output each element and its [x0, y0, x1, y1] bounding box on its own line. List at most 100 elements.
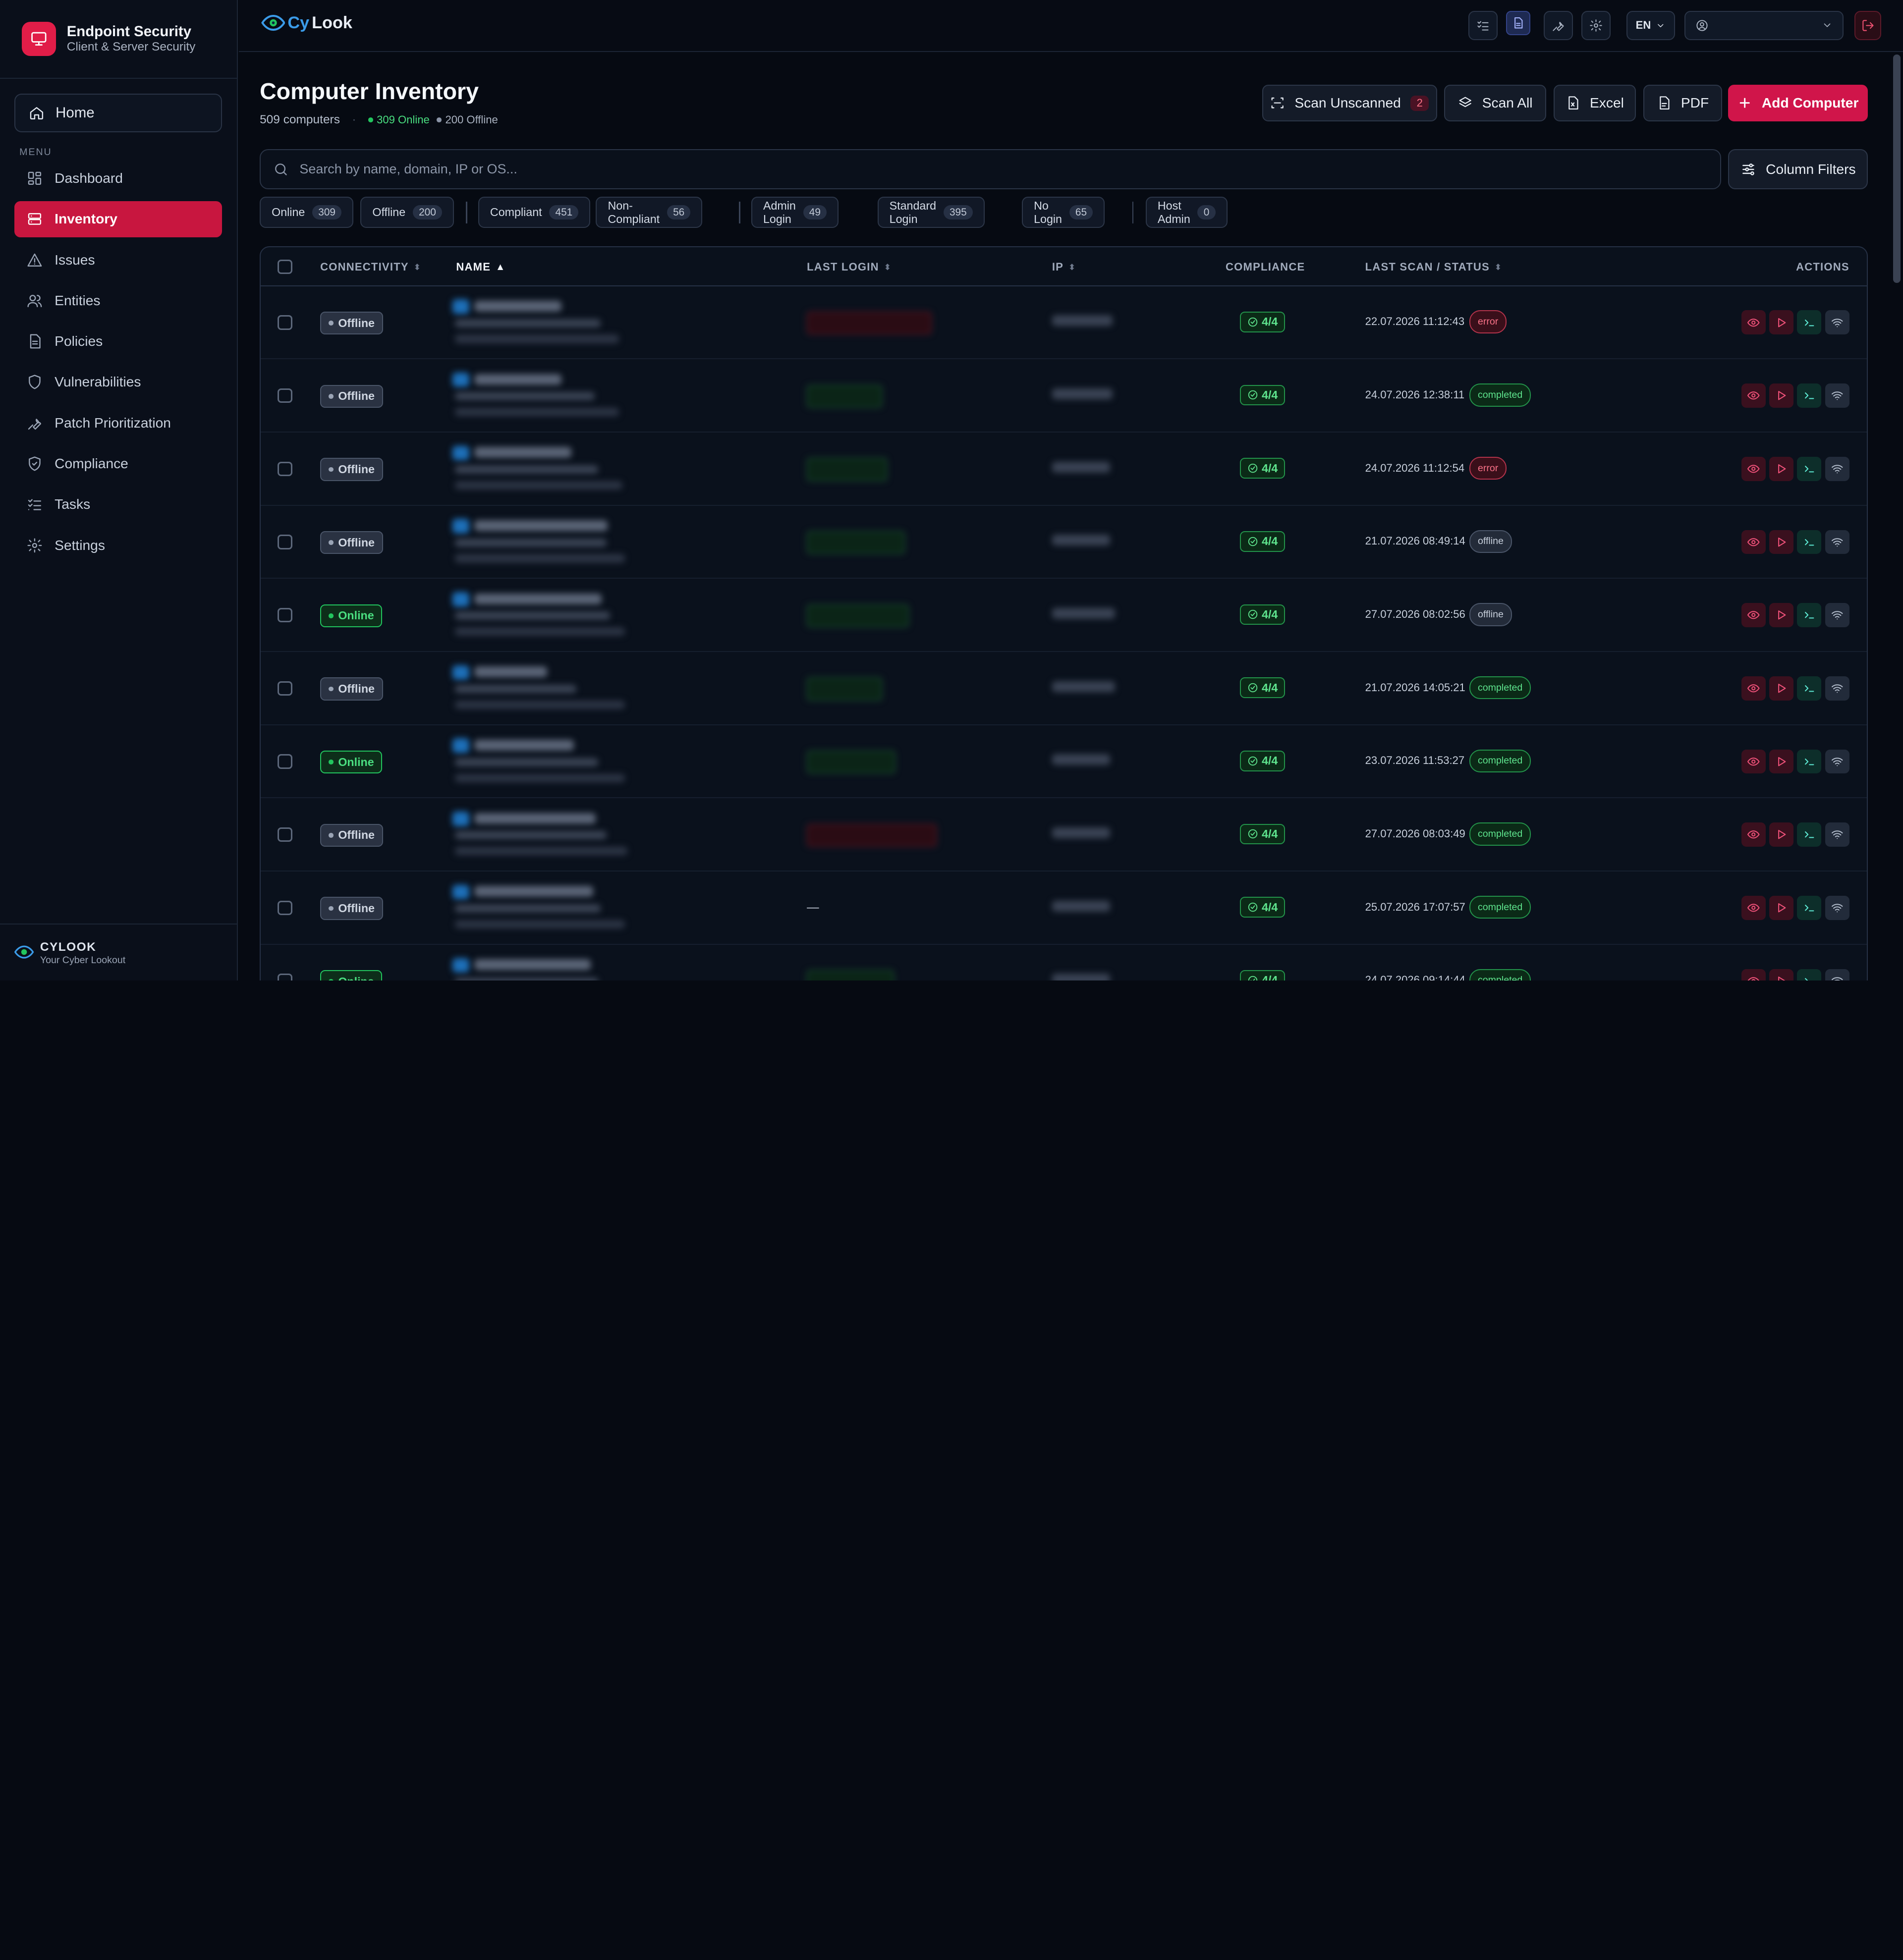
run-scan-button[interactable] — [1769, 749, 1794, 774]
reports-button[interactable] — [1506, 11, 1531, 35]
column-connectivity[interactable]: CONNECTIVITY ⬍ — [320, 261, 421, 273]
row-checkbox[interactable] — [278, 754, 292, 769]
run-scan-button[interactable] — [1769, 895, 1794, 920]
row-checkbox[interactable] — [278, 900, 292, 916]
table-row[interactable]: Online 4/4 24.07.2026 09:14:44 completed — [261, 945, 1867, 980]
terminal-button[interactable] — [1797, 310, 1822, 335]
computer-name[interactable] — [474, 959, 591, 970]
computer-name[interactable] — [474, 739, 574, 751]
terminal-button[interactable] — [1797, 383, 1822, 408]
run-scan-button[interactable] — [1769, 676, 1794, 701]
view-button[interactable] — [1741, 456, 1766, 481]
row-checkbox[interactable] — [278, 388, 292, 403]
computer-name[interactable] — [474, 666, 548, 678]
terminal-button[interactable] — [1797, 895, 1822, 920]
chip-standard-login[interactable]: Standard Login 395 — [877, 196, 985, 228]
cylook-logo[interactable]: Cy Look — [261, 12, 352, 34]
chip-non-compliant[interactable]: Non-Compliant 56 — [596, 196, 703, 228]
table-row[interactable]: Online 4/4 27.07.2026 08:02:56 offline — [261, 579, 1867, 652]
run-scan-button[interactable] — [1769, 603, 1794, 628]
terminal-button[interactable] — [1797, 603, 1822, 628]
sidebar-item-vulnerabilities[interactable]: Vulnerabilities — [14, 364, 222, 400]
row-checkbox[interactable] — [278, 827, 292, 842]
network-button[interactable] — [1825, 676, 1849, 701]
sidebar-item-settings[interactable]: Settings — [14, 527, 222, 563]
chip-offline[interactable]: Offline 200 — [360, 196, 454, 228]
table-row[interactable]: Offline 4/4 24.07.2026 11:12:54 error — [261, 433, 1867, 506]
row-checkbox[interactable] — [278, 461, 292, 476]
network-button[interactable] — [1825, 456, 1849, 481]
table-row[interactable]: Offline 4/4 21.07.2026 08:49:14 offline — [261, 506, 1867, 579]
view-button[interactable] — [1741, 749, 1766, 774]
table-row[interactable]: Offline 4/4 24.07.2026 12:38:11 complete… — [261, 359, 1867, 433]
network-button[interactable] — [1825, 603, 1849, 628]
scrollbar[interactable] — [1893, 54, 1901, 283]
export-excel-button[interactable]: Excel — [1553, 85, 1636, 121]
tasks-list-button[interactable] — [1468, 11, 1498, 40]
settings-button[interactable] — [1581, 11, 1611, 40]
run-scan-button[interactable] — [1769, 383, 1794, 408]
chip-admin-login[interactable]: Admin Login 49 — [751, 196, 839, 228]
table-row[interactable]: Offline 4/4 27.07.2026 08:03:49 complete… — [261, 798, 1867, 871]
network-button[interactable] — [1825, 383, 1849, 408]
sidebar-item-dashboard[interactable]: Dashboard — [14, 160, 222, 196]
column-last-scan[interactable]: LAST SCAN / STATUS ⬍ — [1365, 261, 1503, 273]
view-button[interactable] — [1741, 310, 1766, 335]
run-scan-button[interactable] — [1769, 456, 1794, 481]
language-select[interactable]: EN — [1626, 11, 1675, 40]
scan-unscanned-button[interactable]: Scan Unscanned 2 — [1262, 85, 1437, 121]
computer-name[interactable] — [474, 374, 562, 385]
sidebar-item-patch-prioritization[interactable]: Patch Prioritization — [14, 405, 222, 441]
terminal-button[interactable] — [1797, 530, 1822, 554]
column-last-login[interactable]: LAST LOGIN ⬍ — [807, 261, 892, 273]
add-computer-button[interactable]: Add Computer — [1728, 85, 1868, 121]
table-row[interactable]: Offline 4/4 22.07.2026 11:12:43 error — [261, 286, 1867, 360]
network-button[interactable] — [1825, 530, 1849, 554]
computer-name[interactable] — [474, 447, 571, 458]
view-button[interactable] — [1741, 969, 1766, 980]
computer-name[interactable] — [474, 813, 596, 824]
sidebar-item-issues[interactable]: Issues — [14, 242, 222, 278]
view-button[interactable] — [1741, 822, 1766, 847]
row-checkbox[interactable] — [278, 607, 292, 623]
run-scan-button[interactable] — [1769, 969, 1794, 980]
network-button[interactable] — [1825, 310, 1849, 335]
view-button[interactable] — [1741, 603, 1766, 628]
sidebar-item-policies[interactable]: Policies — [14, 323, 222, 359]
terminal-button[interactable] — [1797, 822, 1822, 847]
computer-name[interactable] — [474, 593, 602, 604]
network-button[interactable] — [1825, 749, 1849, 774]
user-menu[interactable] — [1684, 11, 1844, 40]
sidebar-item-home[interactable]: Home — [14, 93, 223, 132]
table-row[interactable]: Offline — 4/4 25.07.2026 17:07:57 comple… — [261, 871, 1867, 945]
computer-name[interactable] — [474, 300, 562, 312]
run-scan-button[interactable] — [1769, 822, 1794, 847]
column-ip[interactable]: IP ⬍ — [1052, 261, 1076, 273]
chip-online[interactable]: Online 309 — [260, 196, 354, 228]
scan-all-button[interactable]: Scan All — [1444, 85, 1546, 121]
sidebar-item-entities[interactable]: Entities — [14, 282, 222, 319]
table-row[interactable]: Online 4/4 23.07.2026 11:53:27 completed — [261, 725, 1867, 799]
row-checkbox[interactable] — [278, 535, 292, 549]
network-button[interactable] — [1825, 895, 1849, 920]
computer-name[interactable] — [474, 520, 608, 531]
terminal-button[interactable] — [1797, 456, 1822, 481]
tools-button[interactable] — [1544, 11, 1573, 40]
view-button[interactable] — [1741, 383, 1766, 408]
column-filters-button[interactable]: Column Filters — [1728, 149, 1868, 190]
run-scan-button[interactable] — [1769, 310, 1794, 335]
network-button[interactable] — [1825, 822, 1849, 847]
row-checkbox[interactable] — [278, 681, 292, 696]
sidebar-item-inventory[interactable]: Inventory — [14, 201, 223, 238]
run-scan-button[interactable] — [1769, 530, 1794, 554]
row-checkbox[interactable] — [278, 974, 292, 980]
view-button[interactable] — [1741, 895, 1766, 920]
terminal-button[interactable] — [1797, 969, 1822, 980]
chip-host-admin[interactable]: Host Admin 0 — [1145, 196, 1228, 228]
view-button[interactable] — [1741, 676, 1766, 701]
search-input[interactable] — [299, 162, 1635, 177]
view-button[interactable] — [1741, 530, 1766, 554]
column-name[interactable]: NAME ▲ — [456, 261, 505, 273]
terminal-button[interactable] — [1797, 749, 1822, 774]
table-row[interactable]: Offline 4/4 21.07.2026 14:05:21 complete… — [261, 652, 1867, 725]
